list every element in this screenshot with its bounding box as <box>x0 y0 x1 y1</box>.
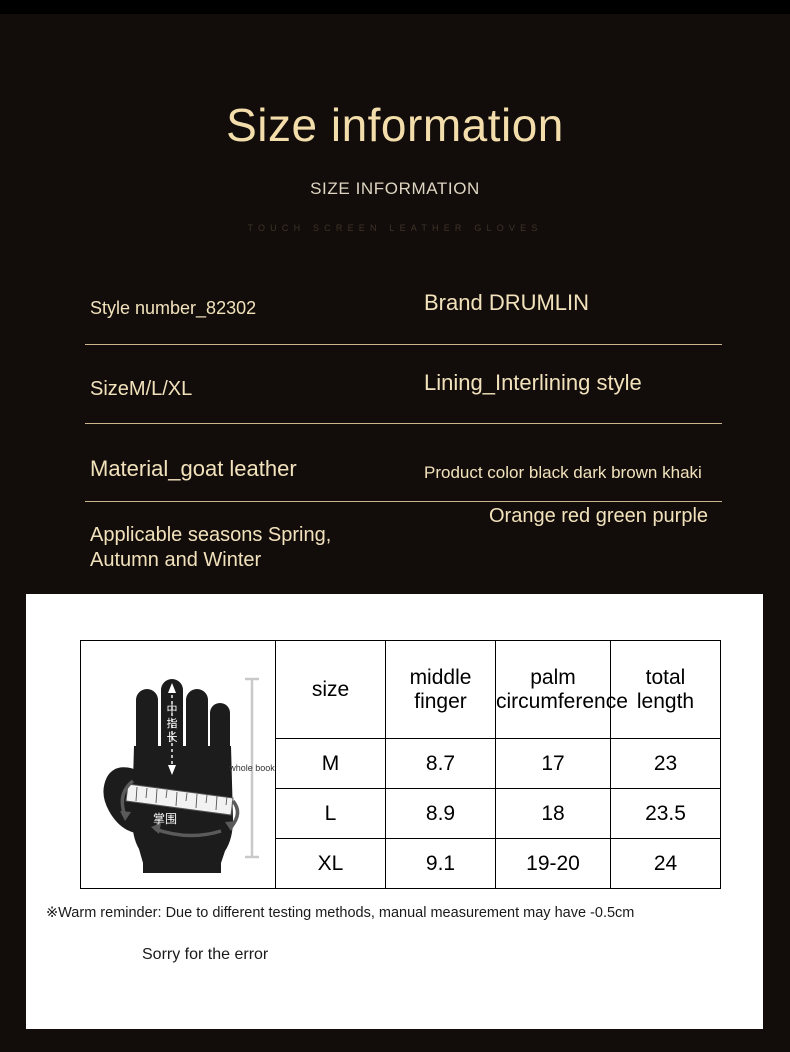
size-table: 中 指 长 掌围 whole book size middle finger p… <box>80 639 721 889</box>
cell-size-xl: XL <box>275 838 386 889</box>
cell-total-l: 23.5 <box>610 788 721 840</box>
spec-label-material: Material_goat leather <box>90 456 297 481</box>
cell-mid-m: 8.7 <box>385 738 496 790</box>
spec-value-lining: Lining_Interlining style <box>424 370 642 395</box>
table-header-palm-circumference: palm circumference <box>495 639 628 740</box>
total-length-label: whole book <box>228 763 275 773</box>
size-chart-card: 中 指 长 掌围 whole book size middle finger p… <box>26 594 763 1029</box>
warm-reminder-note: ※Warm reminder: Due to different testing… <box>46 905 635 921</box>
palm-label: 掌围 <box>153 812 177 826</box>
spec-divider-1 <box>85 344 722 345</box>
page-title: Size information <box>226 99 564 151</box>
header: Size information SIZE INFORMATION TOUCH … <box>0 14 790 233</box>
cell-palm-m: 17 <box>495 738 611 790</box>
spec-value-brand: Brand DRUMLIN <box>424 290 590 315</box>
spec-label-style-number: Style number_82302 <box>90 298 257 318</box>
cell-size-m: M <box>275 738 386 790</box>
glove-measurement-diagram: 中 指 长 掌围 whole book <box>81 641 275 888</box>
spec-label-size: SizeM/L/XL <box>90 378 193 400</box>
spec-divider-3 <box>85 501 722 502</box>
spec-label-seasons: Applicable seasons Spring, Autumn and Wi… <box>90 524 332 571</box>
glove-icon: 中 指 长 掌围 whole book <box>103 677 275 873</box>
cell-mid-xl: 9.1 <box>385 838 496 889</box>
cell-mid-l: 8.9 <box>385 788 496 840</box>
cell-palm-l: 18 <box>495 788 611 840</box>
spec-value-product-color: Product color black dark brown khaki <box>424 463 702 482</box>
spec-divider-2 <box>85 423 722 424</box>
table-header-row: 中 指 长 掌围 whole book size middle finger p… <box>80 639 721 889</box>
svg-text:长: 长 <box>167 731 178 744</box>
product-tagline: TOUCH SCREEN LEATHER GLOVES <box>247 222 543 233</box>
top-black-bar <box>0 0 790 14</box>
table-header-middle-finger: middle finger <box>385 639 496 740</box>
glove-diagram-cell: 中 指 长 掌围 whole book <box>80 640 276 889</box>
middle-finger-label-char1: 中 <box>167 703 178 716</box>
page-subtitle: SIZE INFORMATION <box>310 178 480 198</box>
apology-note: Sorry for the error <box>142 946 269 963</box>
cell-total-xl: 24 <box>610 838 721 889</box>
table-header-size: size <box>275 639 386 740</box>
cell-palm-xl: 19-20 <box>495 838 611 889</box>
svg-text:指: 指 <box>167 716 178 730</box>
cell-total-m: 23 <box>610 738 721 790</box>
cell-size-l: L <box>275 788 386 840</box>
spec-value-color-extras: Orange red green purple <box>489 505 709 527</box>
